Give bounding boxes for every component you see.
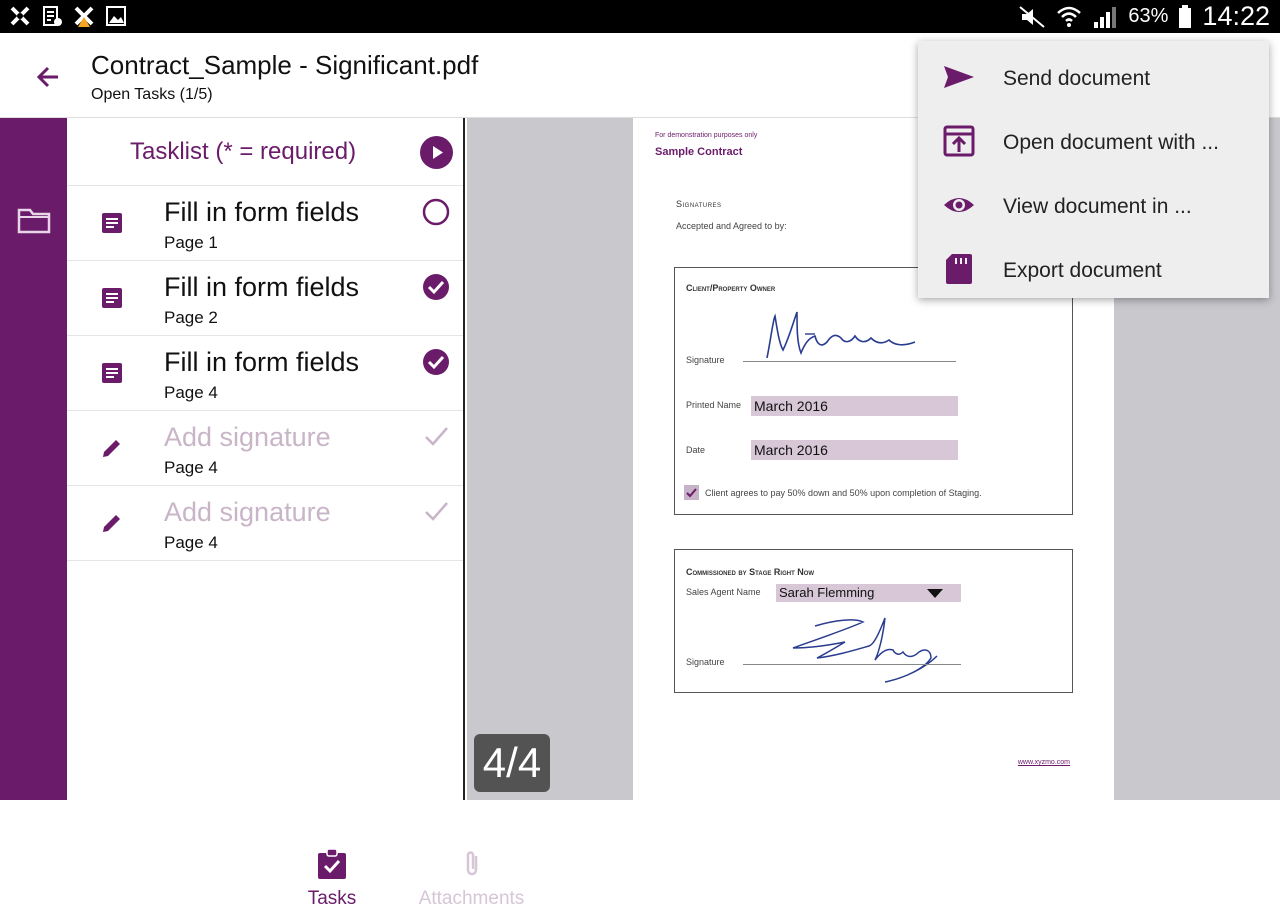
task-item[interactable]: Add signature Page 4 — [67, 411, 463, 486]
sales-agent-value: Sarah Flemming — [779, 585, 875, 600]
date-label: Date — [686, 445, 706, 455]
sales-agent-dropdown[interactable]: Sarah Flemming — [776, 584, 961, 602]
app-warning-icon — [72, 4, 96, 28]
task-page: Page 4 — [164, 533, 218, 552]
play-icon — [433, 146, 443, 159]
document-notification-icon — [40, 4, 64, 28]
client-box-heading: Client/Property Owner — [686, 283, 776, 293]
demo-note: For demonstration purposes only — [655, 132, 758, 139]
folder-button[interactable] — [17, 206, 51, 234]
tasklist-title: Tasklist (* = required) — [130, 138, 357, 165]
open-tasks-count: Open Tasks (1/5) — [91, 86, 213, 103]
paperclip-icon — [466, 851, 477, 876]
signatures-heading: Signatures — [676, 199, 722, 209]
mute-icon — [1019, 5, 1046, 28]
notification-icons — [8, 4, 128, 28]
bottom-tabs: Tasks Attachments — [134, 842, 532, 918]
task-item[interactable]: Fill in form fields Page 4 — [67, 336, 463, 411]
printed-name-label: Printed Name — [686, 400, 742, 410]
task-name: Add signature — [164, 422, 331, 452]
date-field[interactable]: March 2016 — [751, 440, 958, 460]
document-icon — [102, 213, 122, 233]
battery-percent: 63% — [1128, 5, 1169, 27]
tab-tasks[interactable]: Tasks — [267, 842, 397, 918]
tab-attachments-label: Attachments — [418, 888, 525, 909]
back-arrow-icon — [36, 66, 58, 88]
open-circle-icon — [422, 198, 450, 226]
back-button[interactable] — [32, 61, 64, 93]
status-bar: 63% 14:22 — [0, 0, 1280, 33]
client-signature-label: Signature — [686, 355, 725, 365]
tab-attachments[interactable]: Attachments — [411, 842, 532, 918]
folder-icon — [17, 208, 51, 234]
menu-item-send-document[interactable]: Send document — [918, 44, 1269, 108]
printed-name-field[interactable]: March 2016 — [751, 396, 958, 416]
task-page: Page 1 — [164, 233, 218, 252]
open-with-icon — [943, 125, 975, 157]
pen-icon — [103, 515, 120, 532]
agent-signature-line — [743, 664, 961, 665]
agreement-text: Client agrees to pay 50% down and 50% up… — [705, 488, 982, 498]
task-page: Page 4 — [164, 383, 218, 402]
task-item[interactable]: Fill in form fields Page 1 — [67, 186, 463, 261]
task-item[interactable]: Fill in form fields Page 2 — [67, 261, 463, 336]
menu-item-label: Export document — [1003, 259, 1162, 282]
check-circle-icon — [423, 349, 449, 375]
task-name: Fill in form fields — [164, 272, 360, 302]
task-name: Add signature — [164, 497, 331, 527]
menu-item-export[interactable]: Export document — [918, 236, 1269, 300]
tasklist-panel: Tasklist (* = required) Fill in form fie… — [67, 118, 524, 909]
check-circle-icon — [423, 274, 449, 300]
navigation-rail — [0, 118, 67, 800]
wifi-icon — [1057, 6, 1082, 27]
check-icon — [425, 502, 448, 521]
agreement-checkbox[interactable] — [684, 485, 699, 500]
client-signature-box: Client/Property Owner Signature Printed … — [674, 267, 1073, 515]
clipboard-check-icon — [318, 848, 346, 879]
task-name: Fill in form fields — [164, 197, 360, 227]
sales-agent-label: Sales Agent Name — [686, 587, 761, 597]
commission-box: Commissioned by Stage Right Now Sales Ag… — [674, 549, 1073, 693]
system-indicators: 63% 14:22 — [1018, 0, 1270, 33]
task-page: Page 2 — [164, 308, 218, 327]
menu-item-label: Open document with ... — [1003, 131, 1219, 154]
agent-signature-image[interactable] — [775, 608, 975, 688]
client-signature-image[interactable] — [745, 298, 985, 363]
tasklist-header: Tasklist (* = required) — [67, 118, 463, 186]
footer-link[interactable]: www.xyzmo.com — [1018, 759, 1070, 766]
signal-icon — [1094, 6, 1117, 28]
menu-item-label: View document in ... — [1003, 195, 1192, 218]
document-icon — [102, 363, 122, 383]
checkmark-icon — [686, 488, 697, 498]
eye-icon — [944, 198, 974, 212]
overflow-menu: Send document Open document with ... Vie… — [918, 41, 1269, 298]
send-icon — [944, 66, 974, 88]
task-item[interactable]: Add signature Page 4 — [67, 486, 463, 561]
contract-title: Sample Contract — [655, 146, 743, 158]
app-notification-icon — [8, 4, 32, 28]
image-icon — [104, 4, 128, 28]
task-page: Page 4 — [164, 458, 218, 477]
client-signature-line — [743, 361, 956, 362]
check-icon — [425, 427, 448, 446]
pen-icon — [103, 440, 120, 457]
task-name: Fill in form fields — [164, 347, 360, 377]
sd-card-icon — [946, 254, 972, 284]
document-icon — [102, 288, 122, 308]
commission-box-heading: Commissioned by Stage Right Now — [686, 567, 815, 577]
clock: 14:22 — [1202, 1, 1270, 31]
accepted-text: Accepted and Agreed to by: — [676, 221, 787, 231]
menu-item-view-in[interactable]: View document in ... — [918, 172, 1269, 236]
agent-signature-label: Signature — [686, 657, 725, 667]
tab-tasks-label: Tasks — [307, 888, 357, 909]
document-title: Contract_Sample - Significant.pdf — [91, 50, 479, 80]
start-tasks-button[interactable] — [420, 136, 453, 169]
dropdown-arrow-icon — [927, 589, 943, 598]
menu-item-label: Send document — [1003, 67, 1151, 90]
menu-item-open-with[interactable]: Open document with ... — [918, 108, 1269, 172]
page-indicator: 4/4 — [474, 734, 550, 792]
battery-icon — [1179, 4, 1192, 28]
